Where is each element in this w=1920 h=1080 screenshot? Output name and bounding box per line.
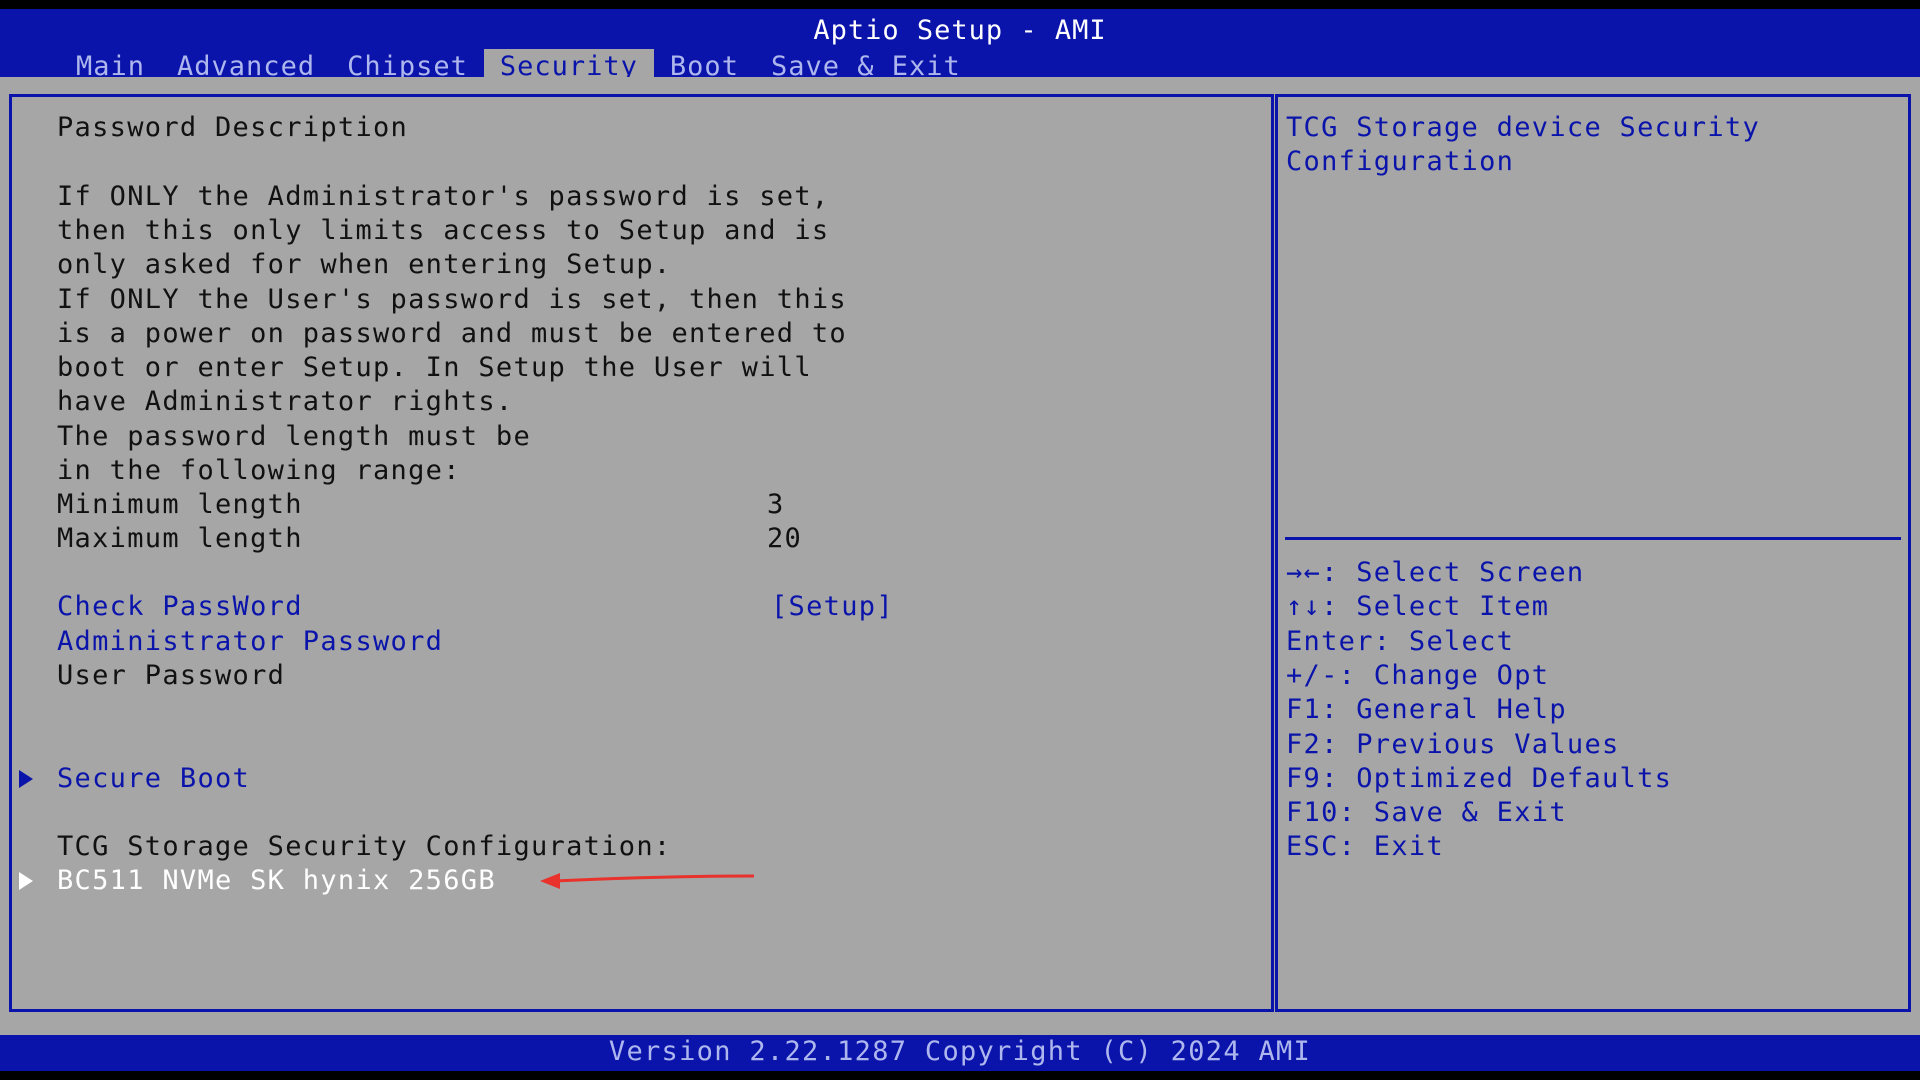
user-password-item: User Password: [57, 660, 286, 691]
key-hint-select-screen: →←: Select Screen: [1286, 557, 1585, 588]
description-line: The password length must be: [57, 421, 531, 452]
bios-screen: Aptio Setup - AMI Main Advanced Chipset …: [0, 0, 1920, 1080]
help-text: Configuration: [1286, 146, 1515, 177]
check-password-item[interactable]: Check PassWord: [57, 590, 303, 624]
max-length-label: Maximum length: [57, 523, 303, 554]
administrator-password-item[interactable]: Administrator Password: [57, 625, 443, 659]
max-length-value: 20: [767, 523, 803, 554]
description-line: in the following range:: [57, 455, 461, 486]
submenu-arrow-icon: [19, 770, 33, 788]
key-hint-change-opt: +/-: Change Opt: [1286, 660, 1550, 691]
min-length-value: 3: [767, 489, 785, 520]
key-hint-esc: ESC: Exit: [1286, 831, 1444, 862]
version-text: Version 2.22.1287 Copyright (C) 2024 AMI: [608, 1036, 1312, 1067]
footer-bar: Version 2.22.1287 Copyright (C) 2024 AMI: [0, 1035, 1920, 1071]
description-line: have Administrator rights.: [57, 386, 514, 417]
help-panel: [1275, 94, 1911, 1012]
key-hint-f10: F10: Save & Exit: [1286, 797, 1567, 828]
key-hint-f1: F1: General Help: [1286, 694, 1567, 725]
description-line: then this only limits access to Setup an…: [57, 215, 830, 246]
annotation-arrow-icon: [540, 873, 755, 889]
description-line: only asked for when entering Setup.: [57, 249, 672, 280]
tcg-heading: TCG Storage Security Configuration:: [57, 831, 672, 862]
app-title: Aptio Setup - AMI: [813, 15, 1107, 46]
key-hint-select-item: ↑↓: Select Item: [1286, 591, 1550, 622]
title-bar: Aptio Setup - AMI Main Advanced Chipset …: [0, 9, 1920, 85]
help-text: TCG Storage device Security: [1286, 112, 1760, 143]
min-length-label: Minimum length: [57, 489, 303, 520]
description-line: is a power on password and must be enter…: [57, 318, 847, 349]
key-hint-f9: F9: Optimized Defaults: [1286, 763, 1673, 794]
key-hint-f2: F2: Previous Values: [1286, 729, 1620, 760]
submenu-arrow-icon: [19, 872, 33, 890]
description-line: If ONLY the Administrator's password is …: [57, 181, 830, 212]
password-description-heading: Password Description: [57, 112, 409, 143]
help-divider: [1285, 537, 1901, 540]
key-hint-enter: Enter: Select: [1286, 626, 1515, 657]
secure-boot-item[interactable]: Secure Boot: [57, 762, 250, 796]
check-password-value[interactable]: [Setup]: [771, 590, 894, 624]
description-line: boot or enter Setup. In Setup the User w…: [57, 352, 812, 383]
nvme-device-item[interactable]: BC511 NVMe SK hynix 256GB: [57, 864, 496, 898]
description-line: If ONLY the User's password is set, then…: [57, 284, 847, 315]
